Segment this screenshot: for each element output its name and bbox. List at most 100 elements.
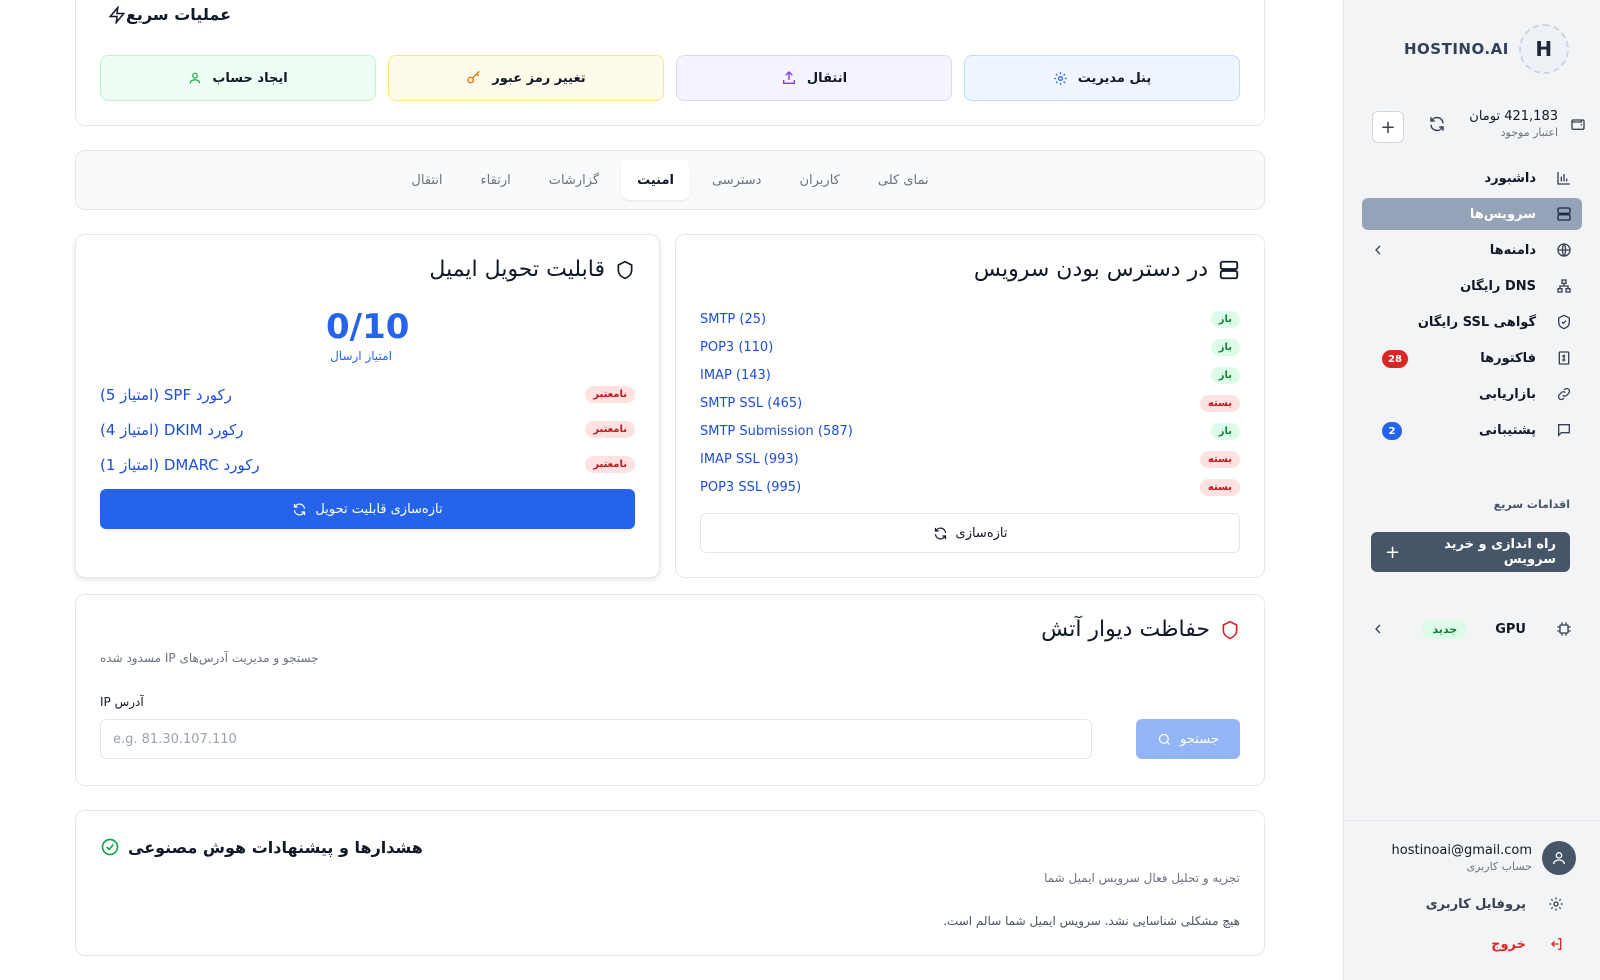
deliverability-title: قابلیت تحویل ایمیل bbox=[429, 257, 605, 282]
sidebar-item-dashboard[interactable]: داشبورد bbox=[1362, 162, 1582, 194]
record-status-badge: نامعتبر bbox=[585, 421, 635, 438]
transfer-button[interactable]: انتقال bbox=[676, 55, 952, 101]
record-status-badge: نامعتبر bbox=[585, 386, 635, 403]
logout-link[interactable]: خروج bbox=[1491, 936, 1564, 952]
lightning-icon bbox=[108, 5, 126, 24]
check-circle-icon bbox=[101, 838, 119, 856]
user-email: hostinoai@gmail.com bbox=[1391, 843, 1532, 858]
sidebar: HOSTINO.AI H 421,183 تومان اعتبار موجود … bbox=[1343, 0, 1600, 980]
tab-users[interactable]: کاربران bbox=[783, 160, 855, 200]
user-info[interactable]: hostinoai@gmail.com حساب کاربری bbox=[1392, 841, 1576, 875]
port-name: IMAP SSL (993) bbox=[700, 451, 799, 467]
profile-link[interactable]: پروفایل کاربری bbox=[1426, 896, 1564, 912]
ip-address-input[interactable]: e.g. 81.30.107.110 bbox=[100, 719, 1092, 759]
ip-search-button[interactable]: جستجو bbox=[1136, 719, 1240, 759]
receipt-icon bbox=[1558, 351, 1570, 365]
gear-icon bbox=[1549, 897, 1563, 911]
quick-operations-card: عملیات سریع ایجاد حساب تغییر رمز عبور ان… bbox=[75, 0, 1265, 126]
logo-mark: H bbox=[1518, 24, 1569, 74]
port-name: SMTP (25) bbox=[700, 311, 767, 327]
admin-panel-button[interactable]: پنل مدیریت bbox=[964, 55, 1240, 101]
port-row: باز POP3 (110) bbox=[700, 333, 1240, 361]
port-name: POP3 SSL (995) bbox=[700, 479, 802, 495]
sidebar-item-label: پشتیبانی bbox=[1479, 422, 1536, 438]
chevron-left-icon bbox=[1375, 624, 1381, 634]
sidebar-item-label: گواهی SSL رایگان bbox=[1417, 314, 1536, 330]
user-area: hostinoai@gmail.com حساب کاربری پروفایل … bbox=[1344, 820, 1600, 980]
port-name: SMTP SSL (465) bbox=[700, 395, 803, 411]
create-account-button[interactable]: ایجاد حساب bbox=[100, 55, 376, 101]
support-count-badge: 2 bbox=[1382, 422, 1402, 440]
deliverability-header: قابلیت تحویل ایمیل bbox=[429, 257, 635, 282]
user-role: حساب کاربری bbox=[1466, 860, 1532, 873]
launch-service-label: راه اندازی و خرید سرویس bbox=[1444, 537, 1556, 567]
port-status-badge: بسته bbox=[1199, 394, 1240, 412]
refresh-balance-icon[interactable] bbox=[1428, 115, 1446, 133]
port-row: باز SMTP Submission (587) bbox=[700, 417, 1240, 445]
refresh-deliverability-button[interactable]: تازه‌سازی قابلیت تحویل bbox=[100, 489, 635, 529]
tab-reports[interactable]: گزارشات bbox=[533, 160, 615, 200]
firewall-subtitle: جستجو و مدیریت آدرس‌های IP مسدود شده bbox=[100, 651, 319, 665]
ai-alerts-title: هشدارها و پیشنهادات هوش مصنوعی bbox=[128, 837, 423, 857]
sidebar-item-invoices[interactable]: فاکتورها 28 bbox=[1362, 342, 1582, 374]
ai-alerts-subtitle: تجزیه و تحلیل فعال سرویس ایمیل شما bbox=[1044, 871, 1240, 885]
refresh-icon bbox=[934, 526, 946, 540]
firewall-header: حفاظت دیوار آتش bbox=[1041, 617, 1240, 642]
tab-overview[interactable]: نمای کلی bbox=[862, 160, 945, 200]
port-row: بسته POP3 SSL (995) bbox=[700, 473, 1240, 501]
server-icon bbox=[1557, 207, 1571, 221]
logout-icon bbox=[1551, 938, 1562, 950]
quick-operations-title: عملیات سریع bbox=[126, 5, 231, 24]
launch-service-button[interactable]: راه اندازی و خرید سرویس + bbox=[1371, 532, 1570, 572]
change-password-label: تغییر رمز عبور bbox=[492, 70, 586, 86]
balance-label: اعتبار موجود bbox=[1500, 126, 1558, 139]
gpu-label: GPU bbox=[1495, 621, 1526, 637]
port-status-badge: باز bbox=[1210, 338, 1240, 356]
message-icon bbox=[1558, 424, 1570, 437]
sidebar-item-free-ssl[interactable]: گواهی SSL رایگان bbox=[1362, 306, 1582, 338]
sidebar-item-label: بازاریابی bbox=[1479, 386, 1536, 402]
logo[interactable]: HOSTINO.AI H bbox=[1404, 24, 1569, 74]
sidebar-item-free-dns[interactable]: DNS رایگان bbox=[1362, 270, 1582, 302]
refresh-ports-button[interactable]: تازه‌سازی bbox=[700, 513, 1240, 553]
tab-transfer[interactable]: انتقال bbox=[395, 160, 458, 200]
sidebar-item-label: داشبورد bbox=[1484, 170, 1536, 186]
shield-icon bbox=[617, 260, 633, 279]
ai-alerts-header: هشدارها و پیشنهادات هوش مصنوعی bbox=[100, 837, 423, 857]
shield-icon bbox=[1222, 620, 1238, 639]
score-label: امتیاز ارسال bbox=[330, 349, 392, 363]
search-icon bbox=[1159, 733, 1171, 745]
sidebar-item-services[interactable]: سرویس‌ها bbox=[1362, 198, 1582, 230]
refresh-ports-label: تازه‌سازی bbox=[955, 525, 1008, 541]
tab-upgrade[interactable]: ارتقاء bbox=[465, 160, 527, 200]
create-account-label: ایجاد حساب bbox=[212, 70, 288, 86]
record-name: رکورد DMARC (امتیاز 1) bbox=[100, 455, 260, 474]
logout-label: خروج bbox=[1491, 936, 1526, 952]
port-name: SMTP Submission (587) bbox=[700, 423, 853, 439]
logo-text: HOSTINO.AI bbox=[1404, 40, 1509, 58]
wallet-icon bbox=[1571, 119, 1585, 130]
invoices-count-badge: 28 bbox=[1382, 350, 1408, 368]
port-status-badge: بسته bbox=[1199, 478, 1240, 496]
profile-label: پروفایل کاربری bbox=[1425, 896, 1526, 912]
change-password-button[interactable]: تغییر رمز عبور bbox=[388, 55, 664, 101]
sidebar-item-label: سرویس‌ها bbox=[1469, 206, 1536, 222]
ip-address-label: آدرس IP bbox=[100, 695, 144, 709]
add-credit-button[interactable]: + bbox=[1372, 111, 1404, 143]
sidebar-item-domains[interactable]: دامنه‌ها bbox=[1362, 234, 1582, 266]
sidebar-item-label: دامنه‌ها bbox=[1489, 242, 1536, 258]
port-status-badge: باز bbox=[1210, 366, 1240, 384]
record-status-badge: نامعتبر bbox=[585, 456, 635, 473]
sidebar-item-support[interactable]: پشتیبانی 2 bbox=[1362, 414, 1582, 446]
sidebar-item-label: فاکتورها bbox=[1480, 350, 1536, 366]
ai-alerts-card: هشدارها و پیشنهادات هوش مصنوعی تجزیه و ت… bbox=[75, 810, 1265, 956]
tab-access[interactable]: دسترسی bbox=[696, 160, 778, 200]
shield-check-icon bbox=[1558, 314, 1570, 330]
sidebar-nav: داشبورد سرویس‌ها دامنه‌ها DNS رایگان گوا… bbox=[1362, 162, 1582, 450]
port-row: بسته IMAP SSL (993) bbox=[700, 445, 1240, 473]
record-name: رکورد SPF (امتیاز 5) bbox=[100, 385, 232, 404]
sidebar-item-gpu[interactable]: GPU جدید bbox=[1362, 613, 1582, 645]
network-icon bbox=[1557, 279, 1571, 293]
tab-security[interactable]: امنیت bbox=[621, 160, 690, 200]
sidebar-item-marketing[interactable]: بازاریابی bbox=[1362, 378, 1582, 410]
